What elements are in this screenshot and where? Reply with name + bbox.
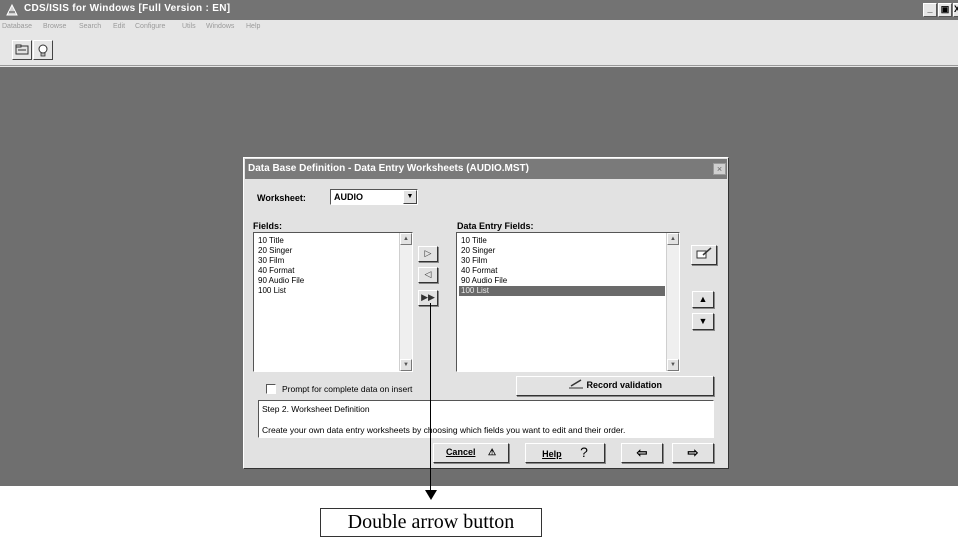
fields-scrollbar[interactable]: ▲ ▼ xyxy=(399,233,412,371)
data-entry-fields-list[interactable]: 10 Title 20 Singer 30 Film 40 Format 90 … xyxy=(456,232,680,372)
app-window: CDS/ISIS for Windows [Full Version : EN]… xyxy=(0,0,958,486)
dropdown-arrow-icon[interactable]: ▼ xyxy=(403,190,417,204)
cds-isis-app-icon xyxy=(6,3,18,16)
arrow-up-icon: ▲ xyxy=(698,294,708,304)
menu-database[interactable]: Database xyxy=(2,23,32,30)
help-label: Help xyxy=(542,449,562,459)
list-item[interactable]: 30 Film xyxy=(459,256,665,266)
scroll-down-icon[interactable]: ▼ xyxy=(667,359,679,371)
callout-line xyxy=(430,303,431,494)
open-database-icon xyxy=(15,44,29,55)
callout-caption: Double arrow button xyxy=(320,508,542,537)
step-title: Step 2. Worksheet Definition xyxy=(262,404,370,414)
dialog-title-bar: Data Base Definition - Data Entry Worksh… xyxy=(245,159,727,179)
edit-pencil-icon xyxy=(696,247,712,259)
dialog-title: Data Base Definition - Data Entry Worksh… xyxy=(248,163,529,174)
arrow-left-icon: ◁ xyxy=(424,269,432,279)
scroll-up-icon[interactable]: ▲ xyxy=(667,233,679,245)
prompt-checkbox-label: Prompt for complete data on insert xyxy=(282,384,413,394)
menu-utils[interactable]: Utils xyxy=(182,23,196,30)
next-arrow-icon: ⇨ xyxy=(687,445,699,460)
scroll-up-icon[interactable]: ▲ xyxy=(400,233,412,245)
list-item[interactable]: 10 Title xyxy=(459,236,665,246)
move-up-button[interactable]: ▲ xyxy=(692,291,714,308)
worksheet-select[interactable]: AUDIO ▼ xyxy=(330,189,418,205)
list-item[interactable]: 40 Format xyxy=(459,266,665,276)
list-item[interactable]: 100 List xyxy=(256,286,398,296)
menu-edit[interactable]: Edit xyxy=(113,23,125,30)
tips-button[interactable] xyxy=(33,40,53,60)
list-item-selected[interactable]: 100 List xyxy=(459,286,665,296)
list-item[interactable]: 90 Audio File xyxy=(459,276,665,286)
edit-field-button[interactable] xyxy=(691,245,717,265)
question-mark-icon: ? xyxy=(580,444,588,460)
cancel-label: Cancel xyxy=(445,447,476,457)
back-button[interactable]: ⇦ xyxy=(621,443,663,463)
data-entry-fields-label: Data Entry Fields: xyxy=(457,221,534,231)
arrow-right-icon: ▷ xyxy=(424,248,432,258)
add-all-fields-button[interactable]: ▶▶ xyxy=(418,290,438,306)
minimize-button[interactable]: _ xyxy=(923,3,937,17)
worksheet-label: Worksheet: xyxy=(257,193,306,203)
fields-label: Fields: xyxy=(253,221,283,231)
double-arrow-icon: ▶▶ xyxy=(421,292,435,302)
menu-windows[interactable]: Windows xyxy=(206,23,234,30)
maximize-button[interactable]: ▣ xyxy=(938,3,952,17)
window-title: CDS/ISIS for Windows [Full Version : EN] xyxy=(24,3,231,14)
list-item[interactable]: 10 Title xyxy=(256,236,398,246)
list-item[interactable]: 20 Singer xyxy=(459,246,665,256)
callout-arrowhead-icon xyxy=(425,490,437,500)
entry-fields-scrollbar[interactable]: ▲ ▼ xyxy=(666,233,679,371)
next-button[interactable]: ⇨ xyxy=(672,443,714,463)
record-validation-button[interactable]: Record validation xyxy=(516,376,714,396)
back-arrow-icon: ⇦ xyxy=(636,445,648,460)
title-bar: CDS/ISIS for Windows [Full Version : EN]… xyxy=(0,0,958,20)
list-item[interactable]: 30 Film xyxy=(256,256,398,266)
list-item[interactable]: 20 Singer xyxy=(256,246,398,256)
add-field-button[interactable]: ▷ xyxy=(418,246,438,262)
menu-search[interactable]: Search xyxy=(79,23,101,30)
close-window-button[interactable]: X xyxy=(953,3,958,17)
cancel-button[interactable]: Cancel ⚠ xyxy=(433,443,509,463)
lightbulb-icon xyxy=(38,44,48,57)
validation-pen-icon xyxy=(568,379,583,389)
menu-configure[interactable]: Configure xyxy=(135,23,165,30)
step-info-box: Step 2. Worksheet Definition Create your… xyxy=(258,400,714,438)
scroll-down-icon[interactable]: ▼ xyxy=(400,359,412,371)
help-button[interactable]: Help ? xyxy=(525,443,605,463)
worksheet-value: AUDIO xyxy=(334,192,363,202)
fields-list[interactable]: 10 Title 20 Singer 30 Film 40 Format 90 … xyxy=(253,232,413,372)
arrow-down-icon: ▼ xyxy=(698,316,708,326)
record-validation-label: Record validation xyxy=(586,380,663,390)
menu-help[interactable]: Help xyxy=(246,23,260,30)
step-description: Create your own data entry worksheets by… xyxy=(262,425,626,435)
open-database-button[interactable] xyxy=(12,40,32,60)
prompt-checkbox[interactable] xyxy=(266,384,276,394)
move-down-button[interactable]: ▼ xyxy=(692,313,714,330)
menu-bar: Database Browse Search Edit Configure Ut… xyxy=(0,20,958,36)
list-item[interactable]: 40 Format xyxy=(256,266,398,276)
remove-field-button[interactable]: ◁ xyxy=(418,267,438,283)
warning-icon: ⚠ xyxy=(487,447,497,457)
list-item[interactable]: 90 Audio File xyxy=(256,276,398,286)
menu-browse[interactable]: Browse xyxy=(43,23,66,30)
dialog-close-button[interactable]: × xyxy=(713,163,726,175)
toolbar xyxy=(0,36,958,66)
data-entry-worksheets-dialog: Data Base Definition - Data Entry Worksh… xyxy=(243,157,729,469)
